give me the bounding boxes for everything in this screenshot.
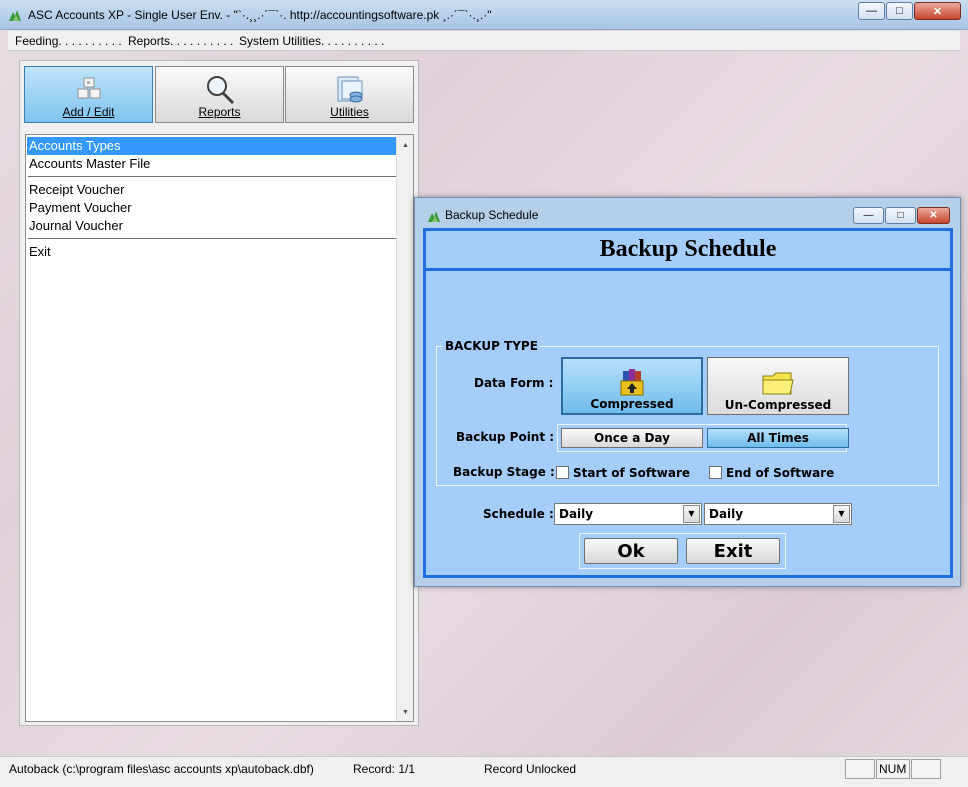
status-panel [845,759,875,779]
uncompressed-label: Un-Compressed [724,398,832,412]
chevron-down-icon[interactable]: ▼ [833,505,850,523]
status-panel [911,759,941,779]
tab-utilities[interactable]: Utilities [285,66,414,123]
close-button[interactable]: ✕ [914,2,961,20]
start-of-software-checkbox[interactable] [556,466,569,479]
compressed-label: Compressed [590,397,674,411]
list-divider [28,238,397,239]
once-a-day-button[interactable]: Once a Day [561,428,703,448]
exit-button[interactable]: Exit [686,538,780,564]
backup-point-label: Backup Point : [456,430,555,444]
ok-button[interactable]: Ok [584,538,678,564]
schedule-label: Schedule : [483,507,554,521]
backup-stage-label: Backup Stage : [453,465,555,479]
list-item-receipt-voucher[interactable]: Receipt Voucher [27,181,397,199]
tab-reports[interactable]: Reports [155,66,284,123]
status-lock: Record Unlocked [484,762,577,776]
backup-type-label: BACKUP TYPE [443,339,540,353]
list-divider [28,176,397,177]
minimize-button[interactable]: — [858,2,885,20]
dialog-title: Backup Schedule [445,208,539,222]
menu-reports[interactable]: Reports. . . . . . . . . . [128,34,233,48]
num-lock-indicator: NUM [876,759,910,779]
menu-bar: Feeding. . . . . . . . . . Reports. . . … [8,31,960,51]
data-form-label: Data Form : [474,376,554,390]
dialog-header: Backup Schedule [426,231,950,271]
list-item-accounts-types[interactable]: Accounts Types [27,137,397,155]
utilities-icon [337,76,362,103]
scroll-down-icon[interactable]: ▼ [397,704,414,721]
list-item-accounts-master-file[interactable]: Accounts Master File [27,155,397,173]
schedule-select-2[interactable]: Daily ▼ [704,503,852,525]
status-record: Record: 1/1 [353,762,416,776]
status-path: Autoback (c:\program files\asc accounts … [9,762,314,776]
title-bar: ASC Accounts XP - Single User Env. - "`·… [0,0,968,30]
status-bar: Autoback (c:\program files\asc accounts … [0,756,968,787]
backup-schedule-dialog: Backup Schedule — □ ✕ Backup Schedule BA… [414,197,961,587]
magnifier-icon [206,76,234,105]
schedule-select-1[interactable]: Daily ▼ [554,503,702,525]
compressed-archive-icon [620,369,644,396]
tab-add-edit-label: Add / Edit [62,105,115,119]
dialog-body: Backup Schedule BACKUP TYPE Data Form : … [423,228,953,578]
end-of-software-checkbox[interactable] [709,466,722,479]
scroll-up-icon[interactable]: ▲ [397,137,414,154]
list-item-payment-voucher[interactable]: Payment Voucher [27,199,397,217]
chevron-down-icon[interactable]: ▼ [683,505,700,523]
dialog-minimize-button[interactable]: — [853,207,884,224]
maximize-button[interactable]: □ [886,2,913,20]
dialog-maximize-button[interactable]: □ [885,207,916,224]
navigation-panel: Add / Edit Reports Utilities Accounts Ty… [19,60,419,726]
dialog-close-button[interactable]: ✕ [917,207,950,224]
folder-icon [762,372,794,395]
tab-utilities-label: Utilities [330,105,369,119]
menu-feeding[interactable]: Feeding. . . . . . . . . . [15,34,122,48]
menu-system-utilities[interactable]: System Utilities. . . . . . . . . . [239,34,384,48]
all-times-button[interactable]: All Times [707,428,849,448]
list-item-journal-voucher[interactable]: Journal Voucher [27,217,397,235]
menu-listbox[interactable]: Accounts Types Accounts Master File Rece… [25,134,414,722]
app-logo-icon [428,211,440,222]
backup-type-group: BACKUP TYPE Data Form : Compressed Un-Co… [436,339,939,486]
end-of-software-label: End of Software [726,466,835,480]
add-edit-icon [77,77,100,99]
window-title: ASC Accounts XP - Single User Env. - "`·… [28,8,492,22]
app-logo-icon [9,10,21,21]
start-of-software-label: Start of Software [573,466,691,480]
compressed-button[interactable]: Compressed [561,357,703,415]
uncompressed-button[interactable]: Un-Compressed [707,357,849,415]
tab-add-edit[interactable]: Add / Edit [24,66,153,123]
list-scrollbar[interactable]: ▲ ▼ [396,135,413,721]
list-item-exit[interactable]: Exit [27,243,397,261]
tab-reports-label: Reports [198,105,241,119]
